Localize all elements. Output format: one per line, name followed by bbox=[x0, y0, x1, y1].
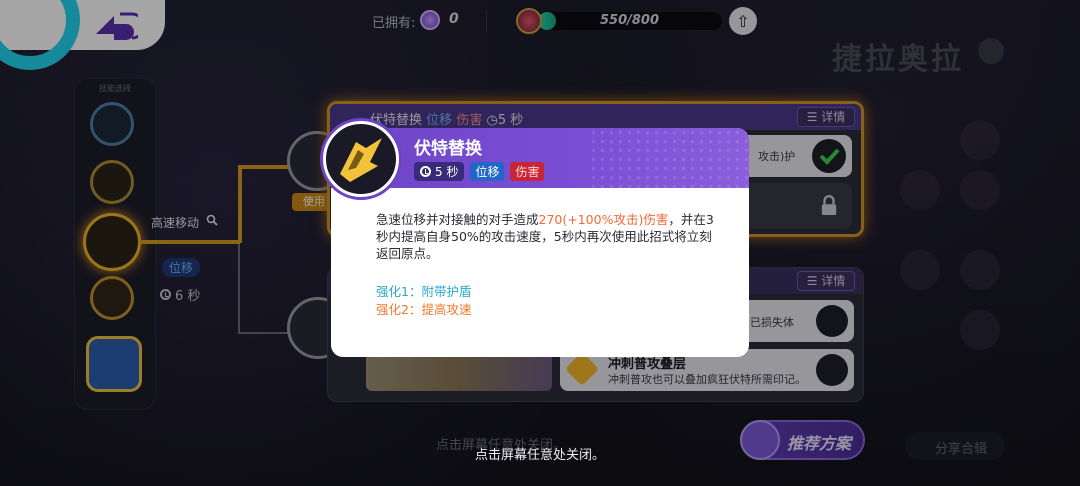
popup-title: 伏特替换 bbox=[414, 139, 482, 159]
popup-description: 急速位移并对接触的对手造成270(+100%攻击)伤害，并在3秒内提高自身50%… bbox=[376, 212, 714, 261]
tap-to-close-hint: 点击屏幕任意处关闭。 bbox=[474, 448, 605, 463]
cooldown-pill: 5 秒 bbox=[414, 162, 465, 181]
volt-switch-skill-icon bbox=[323, 121, 399, 197]
damage-value: 270(+100%攻击)伤害 bbox=[538, 212, 669, 227]
enhancement-2: 强化2：提高攻速 bbox=[376, 302, 472, 317]
cooldown-value: 5 秒 bbox=[435, 165, 459, 179]
clock-icon bbox=[420, 166, 431, 177]
enhancement-1: 强化1：附带护盾 bbox=[376, 284, 472, 299]
popup-tags: 5 秒 位移 伤害 bbox=[414, 162, 545, 181]
tag-displacement: 位移 bbox=[470, 162, 505, 181]
tag-damage: 伤害 bbox=[510, 162, 545, 181]
